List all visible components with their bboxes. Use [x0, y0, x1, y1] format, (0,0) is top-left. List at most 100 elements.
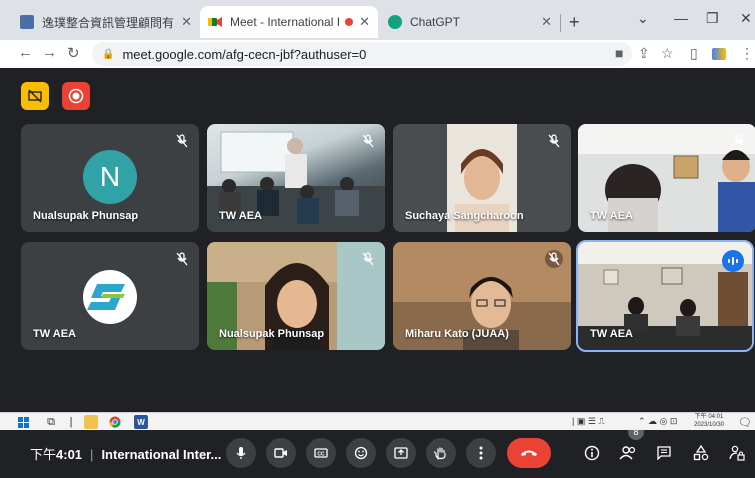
captions-off-icon [28, 89, 42, 103]
close-icon[interactable]: ✕ [181, 14, 192, 30]
mic-off-icon [545, 250, 563, 268]
system-clock[interactable]: 下午 04:01 2023/10/30 [694, 413, 724, 429]
participant-tile[interactable]: Nualsupak Phunsap [207, 242, 385, 350]
activities-button[interactable] [688, 440, 714, 466]
divider: | [90, 447, 94, 462]
participant-tile-active-speaker[interactable]: TW AEA [576, 240, 754, 352]
microphone-button[interactable] [226, 438, 256, 468]
close-icon[interactable]: ✕ [541, 14, 552, 30]
new-tab-button[interactable]: + [569, 12, 580, 33]
document-icon [20, 15, 34, 29]
participant-name: Nualsupak Phunsap [33, 210, 139, 222]
participant-name: TW AEA [33, 328, 76, 340]
participant-tile[interactable]: TW AEA [578, 124, 755, 232]
file-explorer-icon[interactable] [84, 415, 98, 429]
recording-button[interactable] [62, 82, 90, 110]
meeting-clock: 下午4:01 | International Inter... [30, 444, 221, 463]
os-taskbar: ⧉ | W | ▣ ☰ ⎍ ⌃ ☁ ◎ ⊡ 下午 04:01 2023/10/3… [0, 412, 755, 430]
word-icon[interactable]: W [134, 415, 148, 429]
phone-hangup-icon [521, 450, 537, 456]
speaking-indicator-icon [722, 250, 744, 272]
participant-tile[interactable]: Miharu Kato (JUAA) [393, 242, 571, 350]
menu-icon[interactable]: ⋮ [740, 45, 754, 62]
emoji-icon [354, 446, 368, 460]
info-icon [584, 445, 600, 461]
lock-icon: 🔒 [102, 48, 115, 60]
tab-title: ChatGPT [410, 15, 461, 29]
avatar-initial: N [99, 161, 121, 192]
people-icon [619, 446, 636, 460]
system-time: 下午 04:01 [694, 414, 724, 420]
meeting-details-button[interactable] [579, 440, 605, 466]
participant-name: TW AEA [590, 328, 633, 340]
share-icon[interactable]: ⇪ [638, 45, 650, 62]
browser-tab-strip: 逸璞整合資訊管理顧問有限公司 ✕ Meet - International In… [0, 0, 755, 40]
chrome-icon[interactable] [108, 415, 122, 429]
browser-tab-company[interactable]: 逸璞整合資訊管理顧問有限公司 ✕ [12, 8, 200, 36]
close-icon[interactable]: ✕ [359, 14, 370, 30]
mic-off-icon [173, 132, 191, 150]
reload-icon[interactable]: ↻ [67, 44, 80, 62]
lock-person-icon [729, 445, 745, 461]
more-options-button[interactable] [466, 438, 496, 468]
participant-tile[interactable]: N Nualsupak Phunsap [21, 124, 199, 232]
time-prefix: 下午 [30, 447, 57, 462]
present-icon [394, 447, 408, 459]
camera-indicator-icon[interactable]: ■ [615, 45, 623, 61]
mic-icon [236, 447, 246, 459]
browser-tab-chatgpt[interactable]: ChatGPT ✕ [380, 8, 560, 36]
tab-search-icon[interactable]: ⌄ [637, 10, 649, 27]
mic-off-icon [545, 132, 563, 150]
forward-icon[interactable]: → [42, 44, 57, 61]
maximize-button[interactable]: ❐ [706, 10, 719, 27]
reactions-button[interactable] [346, 438, 376, 468]
host-controls-lock-button[interactable] [724, 440, 750, 466]
present-button[interactable] [386, 438, 416, 468]
minimize-button[interactable]: — [674, 10, 688, 26]
avatar: N [83, 150, 137, 204]
windows-start-icon[interactable] [16, 415, 30, 429]
tab-title: Meet - International Inter [230, 15, 340, 29]
notifications-icon[interactable]: 🗨 [738, 415, 752, 429]
more-vert-icon [479, 446, 483, 460]
participant-tile[interactable]: TW AEA [21, 242, 199, 350]
current-time: 4:01 [56, 447, 83, 462]
network-volume-icons[interactable]: ⌃ ☁ ◎ ⊡ [638, 416, 677, 427]
sidepanel-icon[interactable]: ▯ [690, 45, 698, 62]
task-view-icon[interactable]: ⧉ [44, 415, 58, 429]
tray-icons: | ▣ ☰ ⎍ [572, 416, 605, 426]
close-window-button[interactable]: ✕ [740, 10, 752, 27]
mic-off-icon [359, 132, 377, 150]
browser-tab-meet[interactable]: Meet - International Inter ✕ [200, 6, 378, 38]
chat-icon [657, 446, 671, 460]
separator-icon: | [69, 416, 73, 428]
raise-hand-button[interactable] [426, 438, 456, 468]
shapes-icon [693, 445, 709, 461]
participant-tile[interactable]: Suchaya Sangcharoon [393, 124, 571, 232]
mic-off-icon [730, 132, 748, 150]
camera-button[interactable] [266, 438, 296, 468]
back-icon[interactable]: ← [18, 44, 33, 61]
people-button[interactable] [615, 440, 641, 466]
bookmark-star-icon[interactable]: ☆ [661, 45, 674, 62]
participant-tile[interactable]: TW AEA [207, 124, 385, 232]
svg-text:CC: CC [317, 452, 325, 458]
participant-name: Suchaya Sangcharoon [405, 210, 524, 222]
organization-logo [83, 270, 137, 324]
mic-off-icon [173, 250, 191, 268]
leave-call-button[interactable] [507, 438, 551, 468]
address-bar-row: ← → ↻ 🔒 meet.google.com/afg-cecn-jbf?aut… [0, 40, 755, 68]
meeting-name: International Inter... [101, 447, 222, 462]
mic-off-icon [359, 250, 377, 268]
participant-name: Nualsupak Phunsap [219, 328, 325, 340]
system-date: 2023/10/30 [694, 422, 725, 428]
tab-divider [560, 14, 561, 32]
record-icon [68, 88, 84, 104]
host-controls-button[interactable] [21, 82, 49, 110]
address-bar[interactable]: 🔒 meet.google.com/afg-cecn-jbf?authuser=… [92, 42, 632, 66]
participant-name: TW AEA [590, 210, 633, 222]
chat-button[interactable] [651, 440, 677, 466]
extension-icon[interactable] [712, 48, 726, 60]
captions-icon: CC [314, 448, 328, 458]
captions-button[interactable]: CC [306, 438, 336, 468]
